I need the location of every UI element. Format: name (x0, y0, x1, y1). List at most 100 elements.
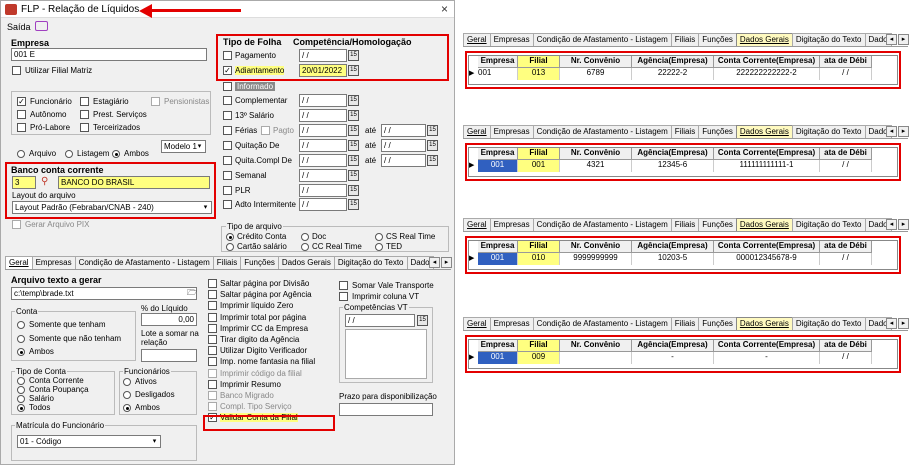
adiantamento-checkbox[interactable]: ✓ (223, 66, 232, 75)
pagto-checkbox[interactable] (261, 126, 270, 135)
tab-2[interactable]: Condição de Afastamento - Listagem (532, 317, 672, 330)
tab-6[interactable]: Digitação do Texto (791, 125, 866, 138)
tab-scroll-left[interactable]: ◂ (886, 219, 897, 230)
tab-6[interactable]: Digitação do Texto (791, 317, 866, 330)
somente-tenham-radio[interactable] (17, 321, 25, 329)
tab-4[interactable]: Funções (698, 218, 737, 231)
tab-2[interactable]: Condição de Afastamento - Listagem (532, 218, 672, 231)
somar-vale-checkbox[interactable] (339, 281, 348, 290)
option-checkbox-11[interactable] (208, 402, 217, 412)
calendar-icon[interactable]: 15 (427, 140, 438, 151)
tab-0[interactable]: Geral (463, 218, 491, 231)
tab-scroll-right[interactable]: ▸ (441, 257, 452, 268)
plr-date[interactable]: / / (299, 184, 347, 197)
option-checkbox-3[interactable] (208, 312, 217, 322)
tab-condicao[interactable]: Condição de Afastamento - Listagem (74, 256, 214, 269)
quita-compl-checkbox[interactable] (223, 156, 232, 165)
ted-radio[interactable] (375, 243, 383, 251)
close-button[interactable]: × (441, 2, 448, 16)
competencias-vt-field[interactable]: / / (345, 314, 415, 327)
semanal-checkbox[interactable] (223, 171, 232, 180)
gerar-pix-checkbox[interactable] (12, 220, 21, 229)
tab-5[interactable]: Dados Gerais (735, 218, 793, 231)
tab-digitacao[interactable]: Digitação do Texto (333, 256, 408, 269)
desligados-radio[interactable] (123, 391, 131, 399)
tab-geral[interactable]: Geral (5, 256, 33, 269)
tab-scroll-left[interactable]: ◂ (429, 257, 440, 268)
pensionistas-checkbox[interactable] (151, 97, 160, 106)
quitacao-date-to[interactable]: / / (381, 139, 426, 152)
conta-corrente-radio[interactable] (17, 377, 25, 385)
pct-liquido-field[interactable]: 0,00 (141, 313, 197, 326)
tab-4[interactable]: Funções (698, 125, 737, 138)
plr-checkbox[interactable] (223, 186, 232, 195)
tab-1[interactable]: Empresas (489, 125, 534, 138)
estagiario-checkbox[interactable] (80, 97, 89, 106)
arquivo-radio[interactable] (17, 150, 25, 158)
calendar-icon[interactable]: 15 (348, 170, 359, 181)
option-checkbox-0[interactable] (208, 279, 217, 288)
modelo-select[interactable]: Modelo 1 ▾ (161, 140, 206, 153)
cartao-salario-radio[interactable] (226, 243, 234, 251)
tab-0[interactable]: Geral (463, 317, 491, 330)
tab-empresas[interactable]: Empresas (31, 256, 76, 269)
salario-radio[interactable] (17, 395, 25, 403)
terceirizados-checkbox[interactable] (80, 123, 89, 132)
adto-intermitente-date[interactable]: / / (299, 198, 347, 211)
informado-checkbox[interactable] (223, 82, 232, 91)
lote-field[interactable] (141, 349, 197, 362)
option-checkbox-2[interactable] (208, 301, 217, 311)
tab-1[interactable]: Empresas (489, 33, 534, 46)
salario13-checkbox[interactable] (223, 111, 232, 120)
tab-5[interactable]: Dados Gerais (735, 125, 793, 138)
tab-1[interactable]: Empresas (489, 218, 534, 231)
tab-3[interactable]: Filiais (670, 125, 700, 138)
complementar-checkbox[interactable] (223, 96, 232, 105)
quita-compl-date-to[interactable]: / / (381, 154, 426, 167)
print-icon[interactable] (35, 21, 48, 31)
ferias-date-to[interactable]: / / (381, 124, 426, 137)
calendar-icon[interactable]: 15 (348, 185, 359, 196)
calendar-icon[interactable]: 15 (348, 125, 359, 136)
tab-2[interactable]: Condição de Afastamento - Listagem (532, 33, 672, 46)
todos-radio[interactable] (17, 404, 25, 412)
credito-conta-radio[interactable] (226, 233, 234, 241)
conta-poupanca-radio[interactable] (17, 386, 25, 394)
tab-funcoes[interactable]: Funções (240, 256, 279, 269)
tab-scroll-right[interactable]: ▸ (898, 219, 909, 230)
ambos-radio[interactable] (112, 150, 120, 158)
complementar-date[interactable]: / / (299, 94, 347, 107)
autonomo-checkbox[interactable] (17, 110, 26, 119)
quitacao-date-from[interactable]: / / (299, 139, 347, 152)
quitacao-checkbox[interactable] (223, 141, 232, 150)
tab-scroll-left[interactable]: ◂ (886, 34, 897, 45)
tab-0[interactable]: Geral (463, 33, 491, 46)
tab-6[interactable]: Digitação do Texto (791, 33, 866, 46)
tab-scroll-right[interactable]: ▸ (898, 318, 909, 329)
tab-scroll-right[interactable]: ▸ (898, 126, 909, 137)
listagem-radio[interactable] (65, 150, 73, 158)
tab-dados-gerais[interactable]: Dados Gerais (277, 256, 335, 269)
func-ambos-radio[interactable] (123, 404, 131, 412)
empresa-field[interactable]: 001 E (11, 48, 207, 61)
tab-scroll-right[interactable]: ▸ (898, 34, 909, 45)
option-checkbox-5[interactable] (208, 335, 217, 344)
folder-icon[interactable]: 🗁 (187, 287, 197, 301)
tab-4[interactable]: Funções (698, 317, 737, 330)
conta-ambos-radio[interactable] (17, 348, 25, 356)
tab-3[interactable]: Filiais (670, 33, 700, 46)
tab-0[interactable]: Geral (463, 125, 491, 138)
matricula-select[interactable]: 01 - Código ▾ (17, 435, 161, 448)
imprimir-vt-checkbox[interactable] (339, 292, 348, 301)
calendar-icon[interactable]: 15 (348, 140, 359, 151)
doc-radio[interactable] (301, 233, 309, 241)
semanal-date[interactable]: / / (299, 169, 347, 182)
calendar-icon[interactable]: 15 (348, 65, 359, 76)
pagamento-date[interactable]: / / (299, 49, 347, 62)
option-checkbox-7[interactable] (208, 357, 217, 367)
calendar-icon[interactable]: 15 (417, 315, 428, 326)
cs-real-time-radio[interactable] (375, 233, 383, 241)
tab-3[interactable]: Filiais (670, 218, 700, 231)
calendar-icon[interactable]: 15 (427, 155, 438, 166)
option-checkbox-10[interactable] (208, 391, 217, 400)
